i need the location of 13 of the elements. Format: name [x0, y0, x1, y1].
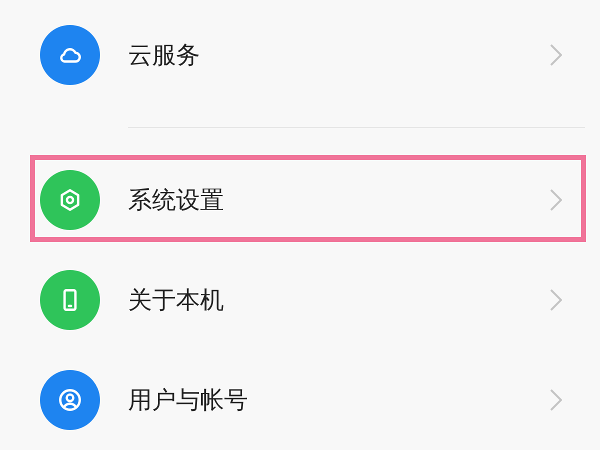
row-label: 用户与帐号 — [128, 385, 248, 416]
user-icon — [57, 387, 83, 413]
chevron-icon — [550, 289, 562, 311]
settings-row[interactable]: 系统设置 — [0, 150, 600, 250]
row-label: 系统设置 — [128, 185, 224, 216]
row-label: 云服务 — [128, 40, 200, 71]
row-label: 关于本机 — [128, 285, 224, 316]
chevron-icon — [550, 389, 562, 411]
settings-row[interactable]: 用户与帐号 — [0, 350, 600, 450]
settings-row[interactable]: 云服务 — [0, 5, 600, 105]
chevron-icon — [550, 44, 562, 66]
settings-row[interactable]: 关于本机 — [0, 250, 600, 350]
chevron-icon — [550, 189, 562, 211]
